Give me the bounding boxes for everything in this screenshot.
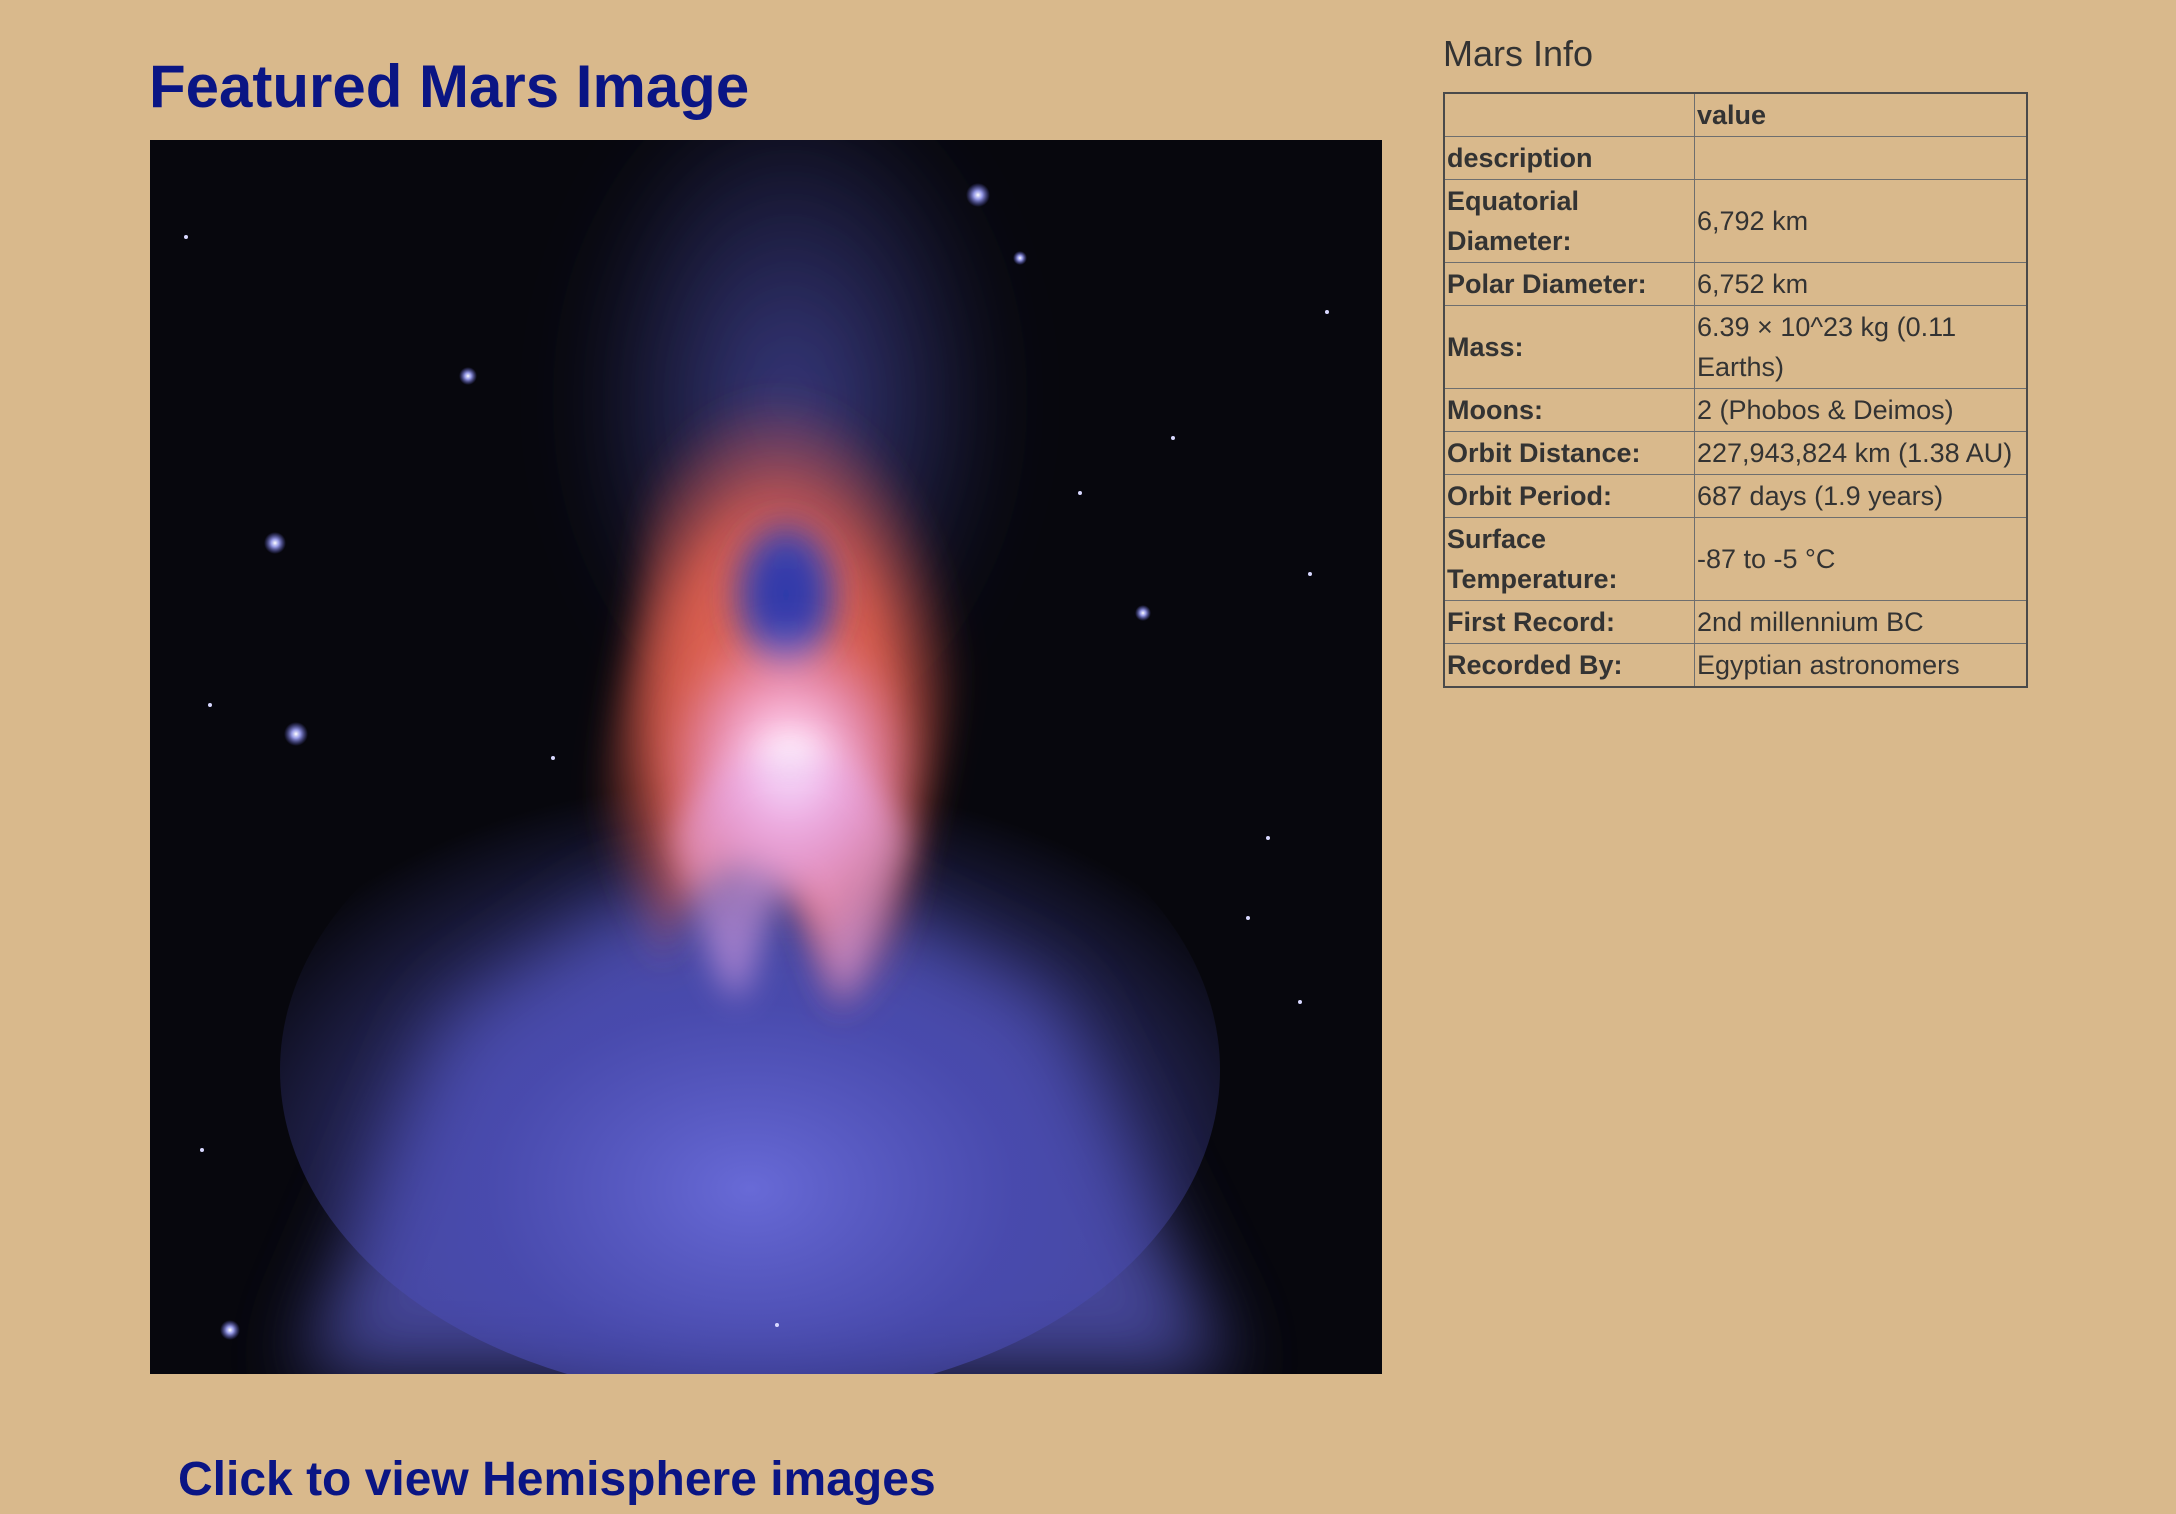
- row-label: First Record:: [1443, 600, 1695, 644]
- row-label: Orbit Period:: [1443, 474, 1695, 518]
- row-value: 687 days (1.9 years): [1694, 474, 2028, 518]
- featured-image-title: Featured Mars Image: [149, 53, 750, 120]
- table-row: Polar Diameter: 6,752 km: [1443, 262, 2028, 306]
- row-label: Moons:: [1443, 388, 1695, 432]
- header-cell-value: value: [1694, 92, 2028, 137]
- featured-mars-image[interactable]: [150, 140, 1382, 1374]
- table-header-row: value: [1443, 92, 2028, 137]
- table-row: Moons: 2 (Phobos & Deimos): [1443, 388, 2028, 432]
- row-value: 227,943,824 km (1.38 AU): [1694, 431, 2028, 475]
- table-row: Orbit Distance: 227,943,824 km (1.38 AU): [1443, 431, 2028, 475]
- table-row: Orbit Period: 687 days (1.9 years): [1443, 474, 2028, 518]
- row-value: 2 (Phobos & Deimos): [1694, 388, 2028, 432]
- row-label: Equatorial Diameter:: [1443, 179, 1695, 263]
- row-value: 6.39 × 10^23 kg (0.11 Earths): [1694, 305, 2028, 389]
- row-value: Egyptian astronomers: [1694, 643, 2028, 688]
- row-value: 2nd millennium BC: [1694, 600, 2028, 644]
- table-row: First Record: 2nd millennium BC: [1443, 600, 2028, 644]
- row-value: 6,792 km: [1694, 179, 2028, 263]
- row-label: Recorded By:: [1443, 643, 1695, 688]
- mars-info-title: Mars Info: [1443, 33, 1594, 74]
- table-row: Equatorial Diameter: 6,792 km: [1443, 179, 2028, 263]
- table-row: Surface Temperature: -87 to -5 °C: [1443, 517, 2028, 601]
- row-label: Mass:: [1443, 305, 1695, 389]
- mars-facts-table: value description Equatorial Diameter: 6…: [1443, 92, 2028, 688]
- table-row: Recorded By: Egyptian astronomers: [1443, 643, 2028, 688]
- table-row: description: [1443, 136, 2028, 180]
- row-label: description: [1443, 136, 1695, 180]
- row-value: [1694, 136, 2028, 180]
- row-value: 6,752 km: [1694, 262, 2028, 306]
- hemisphere-images-link[interactable]: Click to view Hemisphere images: [178, 1448, 936, 1512]
- row-label: Orbit Distance:: [1443, 431, 1695, 475]
- row-value: -87 to -5 °C: [1694, 517, 2028, 601]
- row-label: Polar Diameter:: [1443, 262, 1695, 306]
- row-label: Surface Temperature:: [1443, 517, 1695, 601]
- table-row: Mass: 6.39 × 10^23 kg (0.11 Earths): [1443, 305, 2028, 389]
- header-cell-blank: [1443, 92, 1695, 137]
